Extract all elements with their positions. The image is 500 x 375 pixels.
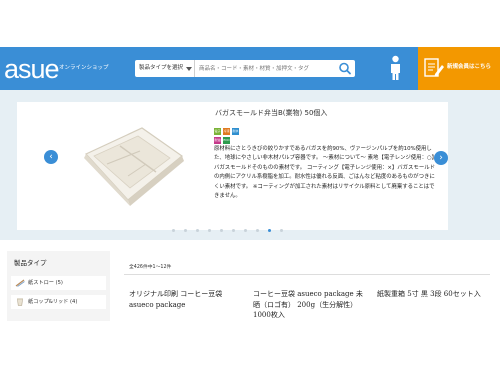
product-card-title[interactable]: オリジナル印刷 コーヒー豆袋 asueco package — [129, 289, 244, 310]
carousel-dot[interactable] — [184, 229, 187, 232]
product-card-title[interactable]: コーヒー豆袋 asueco package 未晒（ロゴ有） 200g（生分解性）… — [253, 289, 365, 321]
feature-badges: 電子レンジ 冷凍 耐水 耐油 ECO — [214, 128, 264, 146]
carousel-dot[interactable] — [172, 229, 175, 232]
chevron-left-icon: ‹ — [49, 152, 53, 162]
carousel-dot[interactable] — [280, 229, 283, 232]
product-description: 原材料にさとうきびの絞りかすであるバガスを約90%、ヴァージンパルプを約10%使… — [214, 146, 435, 200]
carousel-next-button[interactable]: › — [434, 151, 448, 165]
search-bar: 製品タイプを選択 — [135, 60, 355, 77]
carousel-dot[interactable] — [256, 229, 259, 232]
search-input[interactable] — [197, 60, 339, 77]
carousel-dot[interactable] — [244, 229, 247, 232]
category-select[interactable]: 製品タイプを選択 — [135, 60, 195, 77]
sidebar-item-paper-straw[interactable]: 紙ストロー (5) — [11, 276, 106, 290]
site-logo[interactable]: asue — [4, 55, 60, 83]
product-card-title[interactable]: 紙製重箱 5寸 黒 3段 60セット入 — [377, 289, 492, 300]
paper-cup-icon — [17, 298, 23, 306]
carousel-dot[interactable] — [220, 229, 223, 232]
water-resistant-badge: 耐水 — [232, 128, 239, 135]
oil-resistant-badge: 耐油 — [214, 137, 221, 144]
paper-straw-icon — [15, 279, 25, 287]
bagasse-tray-image — [84, 127, 184, 206]
eco-badge: ECO — [223, 137, 230, 144]
carousel-dot[interactable] — [208, 229, 211, 232]
carousel-dot[interactable] — [196, 229, 199, 232]
site-logo-subtitle: オンラインショップ — [59, 65, 109, 71]
carousel-prev-button[interactable]: ‹ — [44, 150, 58, 164]
chevron-right-icon: › — [439, 153, 443, 163]
freezer-badge: 冷凍 — [223, 128, 230, 135]
product-title[interactable]: バガスモールド弁当B(業物) 50個入 — [215, 108, 327, 118]
search-icon — [339, 62, 351, 75]
sidebar-item-label: 紙ストロー (5) — [28, 280, 63, 286]
mypage-button[interactable] — [375, 47, 416, 90]
result-count: 全426件中1〜12件 — [129, 265, 172, 270]
results-divider — [124, 274, 490, 275]
sidebar-title: 製品タイプ — [14, 259, 47, 267]
chevron-down-icon — [186, 67, 192, 71]
member-register-label: 新規会員はこちら — [447, 64, 492, 70]
member-register-button[interactable]: 新規会員はこちら — [418, 47, 500, 90]
sidebar-item-label: 紙コップ&リッド (4) — [28, 299, 78, 305]
microwave-badge: 電子レンジ — [214, 128, 221, 135]
register-form-icon — [424, 58, 444, 77]
carousel-dot[interactable] — [232, 229, 235, 232]
sidebar-item-paper-cup[interactable]: 紙コップ&リッド (4) — [11, 295, 106, 309]
carousel-dot[interactable] — [268, 229, 271, 232]
user-icon — [391, 55, 400, 80]
sidebar: 製品タイプ 紙ストロー (5) 紙コップ&リッド (4) — [7, 251, 110, 321]
top-whitespace — [0, 0, 500, 18]
category-select-label: 製品タイプを選択 — [139, 65, 184, 71]
search-button[interactable] — [335, 60, 355, 77]
